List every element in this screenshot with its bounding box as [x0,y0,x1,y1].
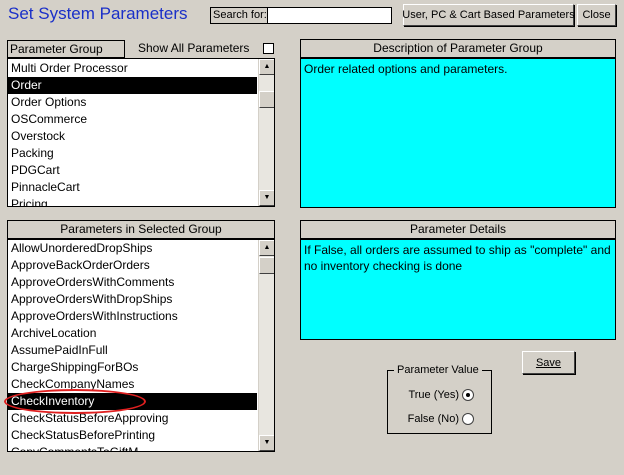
parameters-scrollbar[interactable]: ▲ ▼ [258,240,274,451]
scroll-up-icon[interactable]: ▲ [259,59,274,75]
scroll-down-icon[interactable]: ▼ [259,190,274,206]
list-item[interactable]: AllowUnorderedDropShips [8,240,257,257]
list-item[interactable]: CheckStatusBeforePrinting [8,427,257,444]
radio-selected-icon [466,393,470,397]
parameter-value-legend: Parameter Value [394,364,482,376]
list-item[interactable]: ChargeShippingForBOs [8,359,257,376]
group-description-header: Description of Parameter Group [300,39,616,58]
list-item[interactable]: Multi Order Processor [8,60,257,77]
parameters-list[interactable]: AllowUnorderedDropShips ApproveBackOrderO… [7,239,275,452]
list-item[interactable]: CopyCommentsToGiftM [8,444,257,451]
list-item[interactable]: OSCommerce [8,111,257,128]
search-input[interactable] [267,7,392,24]
parameter-details-text: If False, all orders are assumed to ship… [300,239,616,340]
list-item[interactable]: PDGCart [8,162,257,179]
parameters-items: AllowUnorderedDropShips ApproveBackOrderO… [8,240,257,451]
scroll-thumb[interactable] [259,91,274,108]
group-description-text: Order related options and parameters. [300,58,616,208]
scroll-down-icon[interactable]: ▼ [259,435,274,451]
list-item[interactable]: AssumePaidInFull [8,342,257,359]
list-item[interactable]: ApproveOrdersWithInstructions [8,308,257,325]
true-radio[interactable] [462,389,474,401]
list-item[interactable]: CheckCompanyNames [8,376,257,393]
list-item[interactable]: ApproveOrdersWithDropShips [8,291,257,308]
scroll-up-icon[interactable]: ▲ [259,240,274,256]
list-item[interactable]: ApproveOrdersWithComments [8,274,257,291]
list-item[interactable]: Pricing [8,196,257,206]
user-pc-cart-parameters-button[interactable]: User, PC & Cart Based Parameters [402,4,575,26]
window-title: Set System Parameters [8,4,188,23]
list-item[interactable]: Order [8,77,257,94]
list-item[interactable]: Overstock [8,128,257,145]
list-item[interactable]: ArchiveLocation [8,325,257,342]
list-item[interactable]: ApproveBackOrderOrders [8,257,257,274]
show-all-parameters-label: Show All Parameters [138,41,250,55]
true-option-label: True (Yes) [408,389,459,401]
parameter-group-list[interactable]: Multi Order Processor Order Order Options O… [7,58,275,207]
list-item[interactable]: PinnacleCart [8,179,257,196]
false-radio[interactable] [462,413,474,425]
false-option-label: False (No) [407,413,459,425]
parameter-group-label: Parameter Group [7,40,125,58]
list-item[interactable]: Order Options [8,94,257,111]
parameter-group-scrollbar[interactable]: ▲ ▼ [258,59,274,206]
list-item[interactable]: CheckStatusBeforeApproving [8,410,257,427]
parameter-group-items: Multi Order Processor Order Order Options O… [8,60,257,206]
show-all-parameters-checkbox[interactable] [263,43,274,54]
parameter-details-header: Parameter Details [300,220,616,239]
save-button[interactable]: Save [522,351,575,374]
parameters-list-header: Parameters in Selected Group [7,220,275,239]
list-item[interactable]: Packing [8,145,257,162]
scroll-thumb[interactable] [259,257,274,274]
search-label: Search for: [210,7,268,24]
close-button[interactable]: Close [577,4,616,26]
list-item[interactable]: CheckInventory [8,393,257,410]
